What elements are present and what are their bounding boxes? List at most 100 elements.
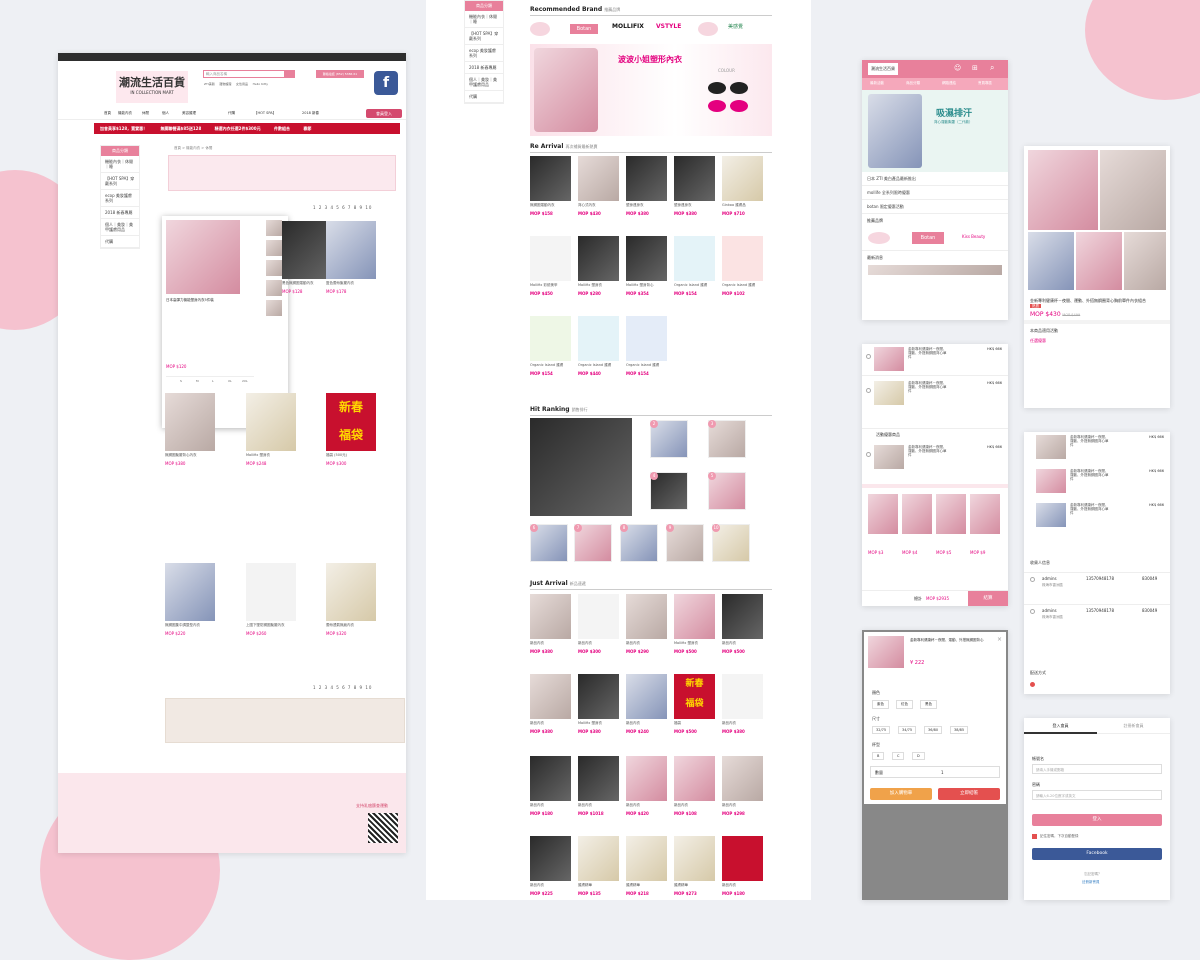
hot-keyword[interactable]: 寵物護理 [219,82,231,86]
promo-banner[interactable]: 波波小姐塑形內衣 COLOUR [530,44,772,136]
thumb[interactable] [266,220,282,236]
size-option[interactable]: 2XL [242,379,248,383]
product-tile[interactable]: 新品內衣 MOP $380 [722,674,763,734]
promo-item[interactable]: 春節 [303,126,311,131]
product-tile[interactable]: 蕾絲透氣無痕內衣 MOP $320 [326,563,376,636]
buy-now-button[interactable]: 立即結帳 [938,788,1000,800]
sidebar-item[interactable]: ecop 美妝護膚系列 [101,190,139,207]
nav-item[interactable]: 首頁 [104,111,111,116]
news-item[interactable]: 日本 ZTI 美白產品最新推出 [862,172,1008,186]
size-option[interactable]: 34/75 [898,726,917,734]
rank-item[interactable]: 5 [708,472,746,510]
rank-item[interactable]: 4 [650,472,688,510]
cup-option[interactable]: B [872,752,885,760]
cart-icon[interactable]: ⊞ [972,64,978,72]
product-tile[interactable]: Organic Island 護膚 MOP $154 [626,316,667,376]
tab-login[interactable]: 登入會員 [1024,718,1097,734]
happy-bag-tile[interactable]: 新春 福袋 福袋 MOP $500 [674,674,715,734]
remember-checkbox[interactable] [1032,834,1037,839]
add-cart-button[interactable]: 加入購物車 [870,788,932,800]
product-tile[interactable]: Organic Island 護膚 MOP $154 [674,236,715,296]
facebook-icon[interactable]: f [374,71,398,95]
login-button[interactable]: 登入 [1032,814,1162,826]
brand-logo[interactable]: Botan [912,232,944,244]
size-option[interactable]: 32/75 [872,726,891,734]
tab[interactable]: 商品分類 [906,81,920,86]
search-icon[interactable]: ⌕ [990,63,994,73]
product-tile[interactable]: Mollifix 塑身衣 MOP $248 [246,393,296,466]
rank-item[interactable]: 8 [620,524,658,562]
size-option[interactable]: XL [228,379,232,383]
thumb[interactable] [266,240,282,256]
product-tile[interactable]: 藍色蕾絲聚攏內衣 MOP $178 [326,221,376,294]
product-tile[interactable]: 新品內衣 MOP $180 [530,756,571,816]
thumb[interactable] [266,260,282,276]
promo-item[interactable]: 無關聯營滿$85送128 [161,126,202,131]
product-tile[interactable]: 塑身連身衣 MOP $380 [626,156,667,216]
brand-logo[interactable]: VSTYLE [656,23,681,30]
nav-item[interactable]: 2018 新春 [302,111,319,116]
tab-register[interactable]: 註冊新會員 [1097,718,1170,734]
thumb[interactable] [266,300,282,316]
search-icon[interactable] [284,71,294,77]
product-tile[interactable]: Organic Island 護膚 MOP $102 [722,236,763,296]
address-entry[interactable]: admins 13570948178 830049 珠海市香洲區 [1024,572,1170,602]
remember-label[interactable]: 記住密碼，下次自動登錄 [1040,834,1079,839]
brand-logo[interactable]: Botan [570,24,598,34]
color-option[interactable]: 紫色 [872,700,889,709]
promo-item[interactable]: 加會員享$128，賣實惠！ [100,126,147,131]
product-tile[interactable]: 無鋼圈運動內衣 MOP $158 [530,156,571,216]
brand-logo[interactable] [868,232,890,244]
sidebar-item[interactable]: 機能內衣｜休閒｜睡 [465,11,503,28]
nav-item[interactable]: 代購 [228,111,235,116]
mobile-logo[interactable]: 潮流生活百貨 [868,63,898,75]
rank-item[interactable]: 2 [650,420,688,458]
product-tile[interactable]: Mollifix 塑身衣 MOP $500 [674,594,715,654]
promo-item[interactable]: 精選內衣任選2件$300元 [215,126,261,131]
product-tile[interactable]: Organic Island 護膚 MOP $154 [530,316,571,376]
product-tile[interactable]: Mollifix 彩繪美甲 MOP $450 [530,236,571,296]
sidebar-item[interactable]: 2018 新春專屬 [101,207,139,219]
sidebar-item[interactable]: 個人｜美妝｜美甲護膚用品 [101,219,139,236]
cup-option[interactable]: D [912,752,925,760]
sidebar-item[interactable]: 2018 新春專屬 [465,62,503,74]
rank-item[interactable]: 3 [708,420,746,458]
member-login-button[interactable]: 會員登入 [366,109,402,118]
size-option[interactable]: 38/85 [950,726,969,734]
nav-item[interactable]: 休閒 [142,111,149,116]
shipping-radio[interactable] [1030,682,1035,687]
address-entry[interactable]: admins 13570948178 830049 珠海市香洲區 [1024,604,1170,634]
hot-keyword[interactable]: 女性用品 [236,82,248,86]
register-link[interactable]: 註冊新會員 [1082,880,1100,885]
product-tile[interactable]: 新品內衣 MOP $298 [722,756,763,816]
sidebar-item[interactable]: ecop 美妝護膚系列 [465,45,503,62]
search-bar[interactable]: 輸入商品名稱 [203,70,295,78]
facebook-button[interactable]: Facebook [1032,848,1162,860]
product-image-grid[interactable] [1024,146,1170,294]
product-tile[interactable]: 塑身連身衣 MOP $380 [674,156,715,216]
product-tile[interactable]: 護膚精華 MOP $218 [626,836,667,896]
product-tile[interactable]: 新品內衣 MOP $300 [578,594,619,654]
hotline-button[interactable]: 聯絡電話 (852) 5386 61 [316,70,364,78]
tab[interactable]: 會員專區 [978,81,992,86]
hot-keyword[interactable]: ZTI美體 [204,82,215,86]
happy-bag-tile[interactable]: 新春 福袋 福袋 (500元) MOP $300 [326,393,376,466]
addon-item[interactable] [970,494,1000,534]
product-tile[interactable]: 背心式內衣 MOP $430 [578,156,619,216]
close-icon[interactable]: × [997,636,1002,643]
product-tile[interactable]: Mollifix 塑身衣 MOP $280 [578,236,619,296]
product-tile[interactable]: Organic Island 護膚 MOP $440 [578,316,619,376]
user-input[interactable]: 請填入手機或郵箱 [1032,764,1162,774]
product-tile[interactable]: 上圍下墜防鋼圈聚攏內衣 MOP $260 [246,563,296,636]
product-tile[interactable]: Mollifix 塑身衣 MOP $380 [578,674,619,734]
sidebar-item[interactable]: 【HOT SPA】穿戴系列 [101,173,139,190]
product-tile[interactable]: Mollifix 塑身背心 MOP $354 [626,236,667,296]
rank-item[interactable]: 9 [666,524,704,562]
brand-logo[interactable]: MOLLIFIX [612,23,644,30]
product-tile[interactable]: 無鋼圈聚攏背心內衣 MOP $380 [165,393,215,466]
promo-item[interactable]: 件數組合 [274,126,290,131]
pagination-bottom[interactable]: 1 2 3 4 5 6 7 8 9 10 [313,685,372,690]
product-tile[interactable]: 新品內衣 MOP $380 [530,674,571,734]
brand-logo[interactable] [530,22,550,36]
rank-1-image[interactable] [530,418,632,516]
